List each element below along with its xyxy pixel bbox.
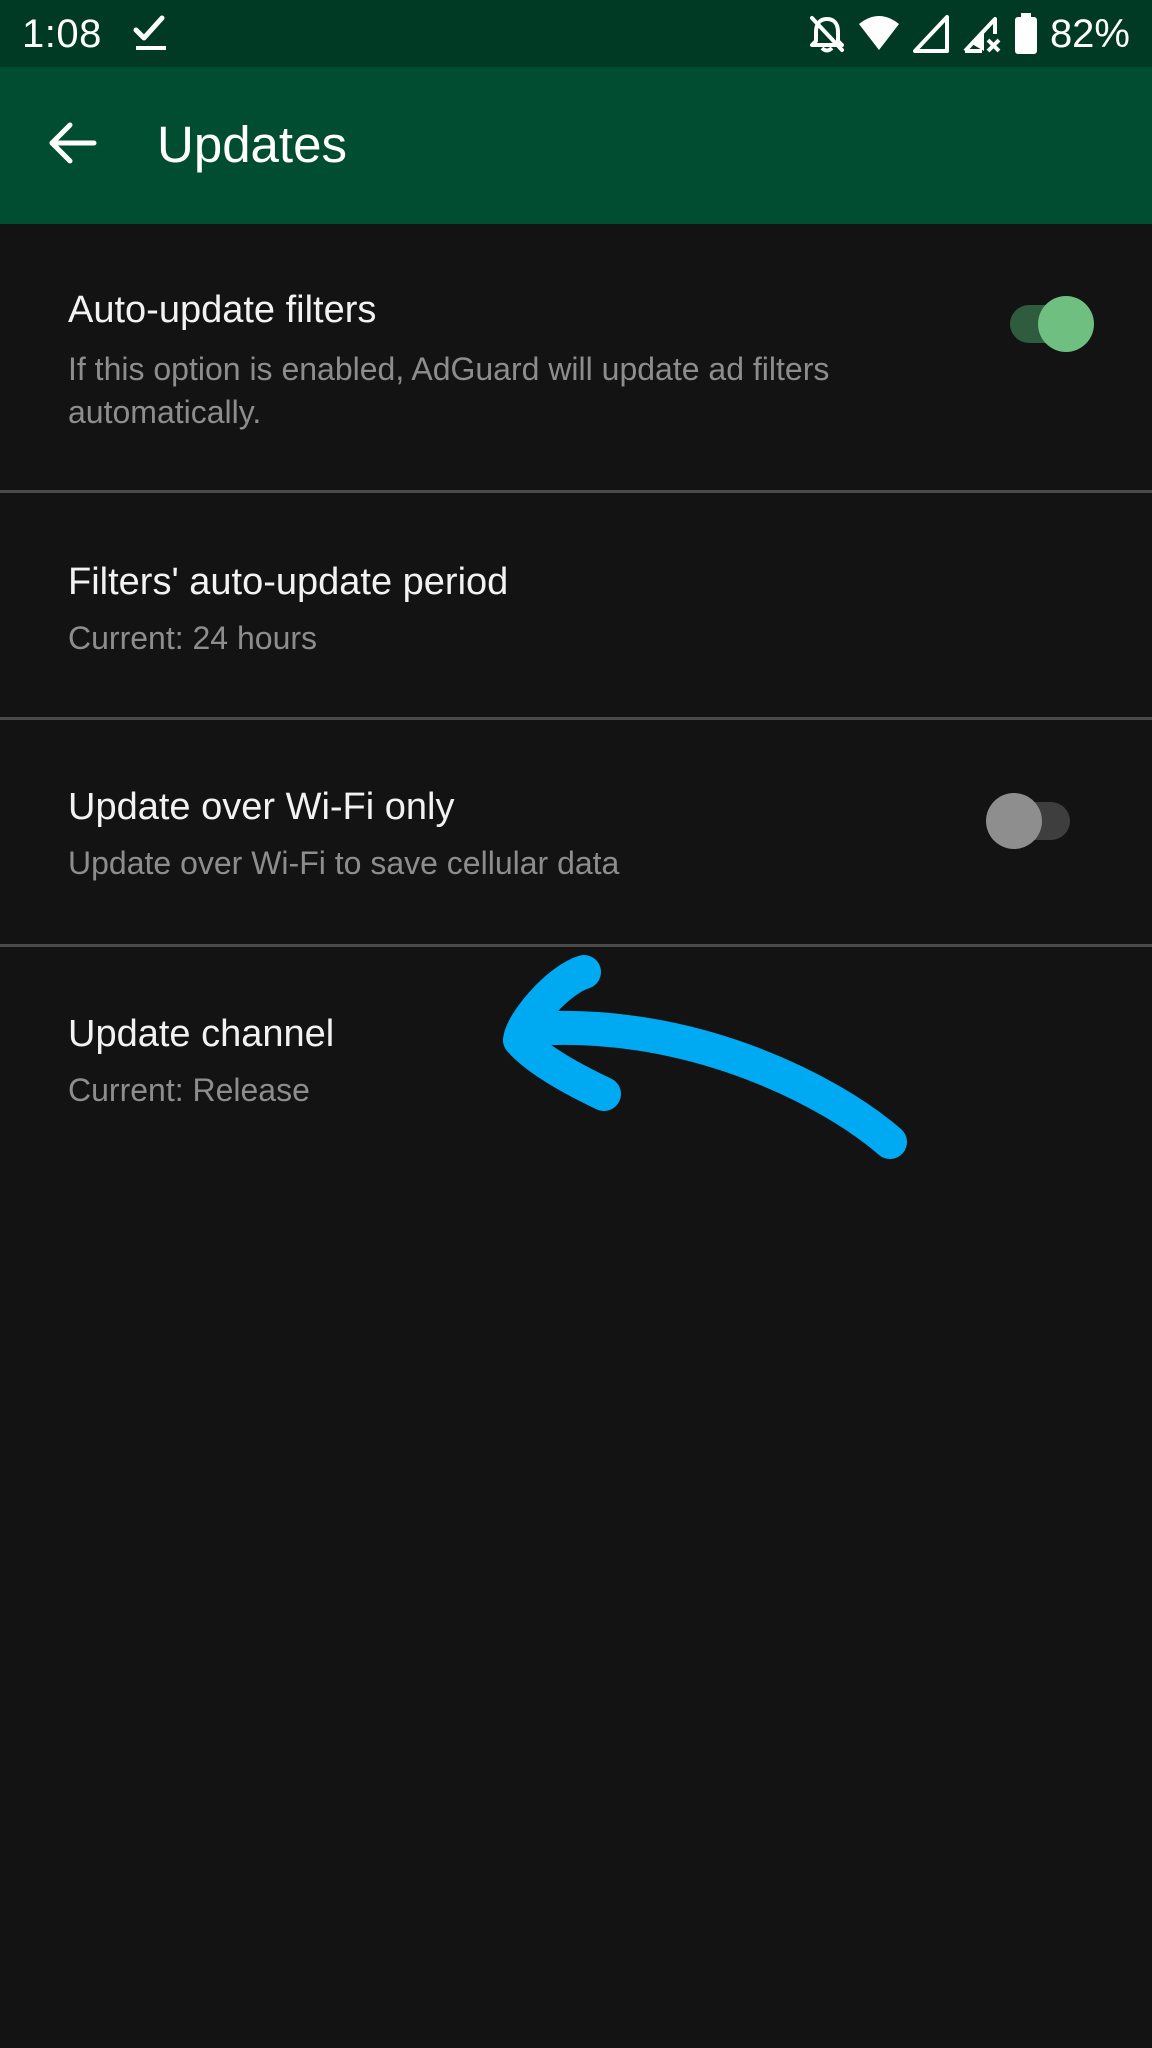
status-icons: 82% bbox=[808, 10, 1130, 58]
setting-auto-update-period[interactable]: Filters' auto-update period Current: 24 … bbox=[0, 493, 1152, 718]
setting-subtitle: Update over Wi-Fi to save cellular data bbox=[68, 845, 620, 881]
auto-update-filters-toggle[interactable] bbox=[1004, 294, 1094, 354]
setting-title: Update channel bbox=[68, 1013, 335, 1055]
setting-title: Update over Wi-Fi only bbox=[68, 786, 455, 828]
wifi-icon bbox=[858, 14, 900, 54]
battery-percentage: 82% bbox=[1049, 12, 1130, 56]
status-bar: 1:08 82% bbox=[0, 0, 1152, 67]
update-wifi-only-toggle[interactable] bbox=[986, 791, 1076, 851]
setting-auto-update-filters[interactable]: Auto-update filters If this option is en… bbox=[0, 224, 1152, 491]
download-done-icon bbox=[132, 14, 172, 54]
setting-subtitle: Current: Release bbox=[68, 1072, 310, 1108]
battery-icon bbox=[1014, 13, 1038, 55]
app-bar: Updates bbox=[0, 67, 1152, 224]
setting-title: Auto-update filters bbox=[68, 289, 377, 331]
setting-subtitle: Current: 24 hours bbox=[68, 620, 318, 656]
setting-update-channel[interactable]: Update channel Current: Release bbox=[0, 947, 1152, 1172]
cell-signal-no-data-icon bbox=[962, 14, 1002, 54]
notifications-off-icon bbox=[808, 14, 846, 54]
back-button[interactable] bbox=[40, 113, 104, 177]
toggle-thumb bbox=[1038, 296, 1094, 352]
toggle-thumb bbox=[986, 793, 1042, 849]
updates-screen: 1:08 82% Updates Auto-update filters If … bbox=[0, 0, 1152, 2048]
setting-update-wifi-only[interactable]: Update over Wi-Fi only Update over Wi-Fi… bbox=[0, 720, 1152, 945]
setting-title: Filters' auto-update period bbox=[68, 561, 509, 603]
cell-signal-icon bbox=[912, 14, 950, 54]
setting-subtitle: If this option is enabled, AdGuard will … bbox=[68, 351, 830, 430]
page-title: Updates bbox=[157, 116, 347, 173]
arrow-back-icon bbox=[46, 117, 98, 174]
status-time: 1:08 bbox=[22, 12, 102, 56]
